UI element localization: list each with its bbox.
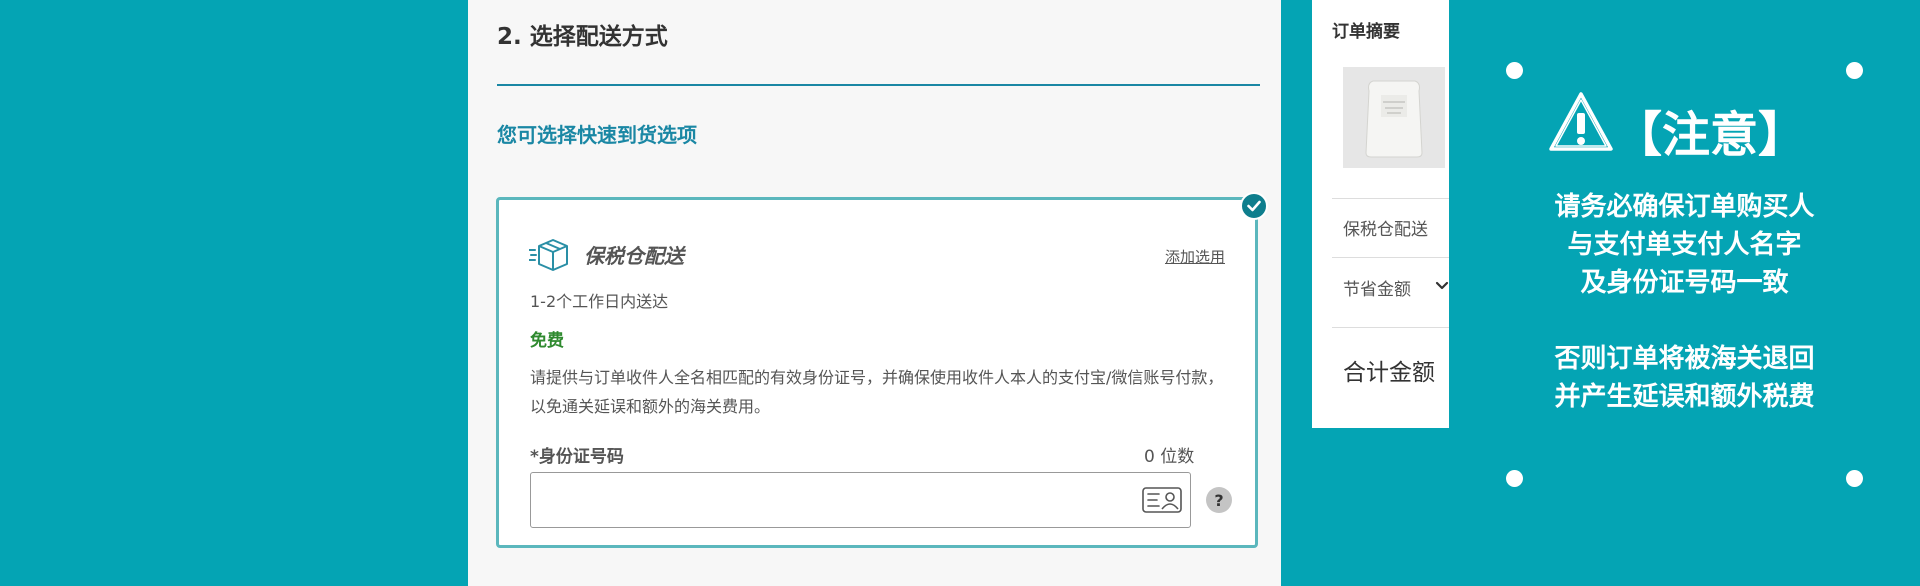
notice-line: 并产生延误和额外税费 — [1554, 382, 1815, 412]
section-divider — [497, 84, 1260, 86]
notice-line: 及身份证号码一致 — [1580, 268, 1789, 298]
product-thumbnail[interactable] — [1343, 67, 1445, 168]
id-requirement-notice: 请提供与订单收件人全名相匹配的有效身份证号，并确保使用收件人本人的支付宝/微信账… — [530, 368, 1224, 416]
id-number-label-text: 身份证号码 — [538, 447, 624, 467]
required-asterisk: * — [530, 447, 539, 467]
notice-body: 请务必确保订单购买人 与支付单支付人名字 及身份证号码一致 否则订单将被海关退回… — [1449, 188, 1920, 416]
chevron-down-icon[interactable] — [1435, 280, 1449, 292]
summary-divider — [1332, 327, 1449, 328]
notice-line: 否则订单将被海关退回 — [1554, 344, 1815, 374]
summary-divider — [1332, 257, 1449, 258]
bonded-warehouse-option-card[interactable]: 保税仓配送 添加选用 1-2个工作日内送达 免费 请提供与订单收件人全名相匹配的… — [496, 197, 1258, 548]
customs-notice-banner: 【注意】 请务必确保订单购买人 与支付单支付人名字 及身份证号码一致 否则订单将… — [1449, 0, 1920, 586]
corner-dot — [1506, 470, 1523, 487]
section-title: 2. 选择配送方式 — [497, 24, 668, 50]
delivery-option-name: 保税仓配送 — [584, 244, 684, 268]
package-box-icon — [529, 239, 568, 271]
notice-heading: 【注意】 — [1614, 107, 1807, 163]
summary-total-label: 合计金额 — [1343, 360, 1435, 386]
selected-check-icon — [1240, 192, 1268, 220]
notice-line: 与支付单支付人名字 — [1567, 230, 1802, 260]
id-number-input[interactable] — [530, 472, 1191, 528]
corner-dot — [1846, 62, 1863, 79]
notice-line: 请务必确保订单购买人 — [1554, 192, 1815, 222]
corner-dot — [1846, 470, 1863, 487]
product-bag-image — [1343, 67, 1445, 168]
order-summary-panel: 订单摘要 保税仓配送 节省金额 合计金额 — [1312, 0, 1449, 428]
id-number-label: *身份证号码 — [530, 442, 624, 467]
summary-shipping-label: 保税仓配送 — [1343, 220, 1428, 240]
id-card-icon — [1142, 487, 1182, 513]
digit-counter: 0 位数 — [1144, 447, 1195, 467]
add-option-link[interactable]: 添加选用 — [1165, 246, 1225, 267]
summary-savings-label[interactable]: 节省金额 — [1343, 275, 1411, 300]
fast-delivery-heading: 您可选择快速到货选项 — [497, 123, 697, 147]
order-summary-title: 订单摘要 — [1332, 22, 1400, 42]
summary-divider — [1332, 198, 1449, 199]
corner-dot — [1506, 62, 1523, 79]
delivery-price: 免费 — [530, 331, 564, 351]
delivery-eta: 1-2个工作日内送达 — [530, 292, 669, 311]
shipping-method-section: 2. 选择配送方式 您可选择快速到货选项 保税仓配送 添加选用 1-2个工作日内… — [468, 0, 1281, 586]
warning-icon — [1549, 92, 1613, 151]
help-icon[interactable]: ? — [1206, 487, 1232, 513]
